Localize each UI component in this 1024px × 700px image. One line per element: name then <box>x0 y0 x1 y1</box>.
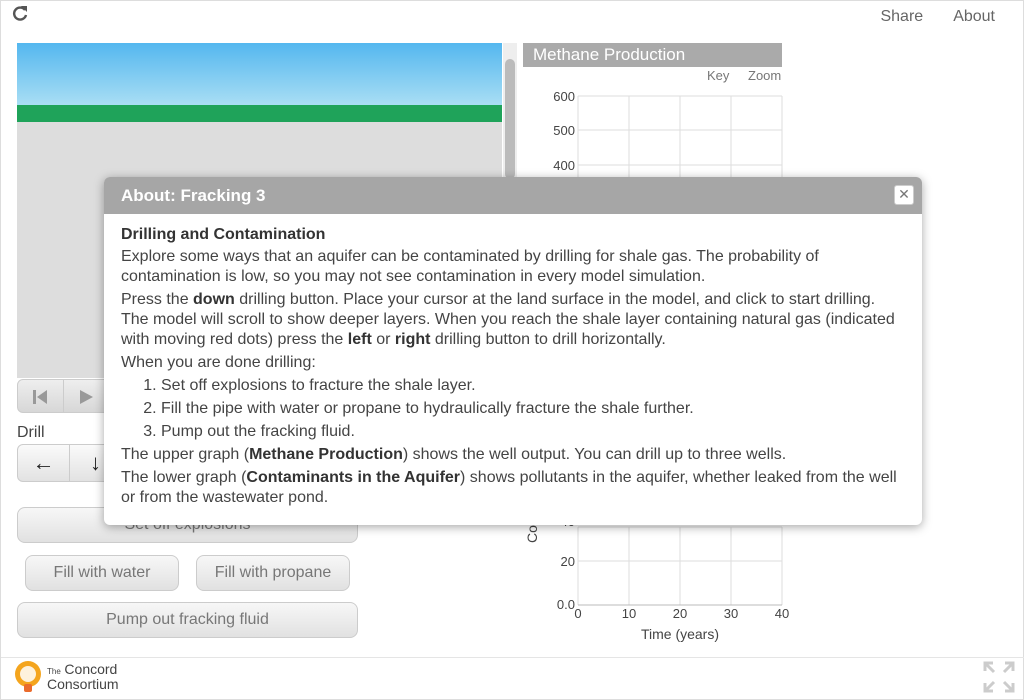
upper-y-tick: 400 <box>553 158 575 173</box>
dialog-paragraph: The lower graph (Contaminants in the Aqu… <box>121 469 897 506</box>
logo-wordmark: The Concord Consortium <box>47 661 119 692</box>
share-link[interactable]: Share <box>870 7 943 29</box>
footer-divider <box>1 657 1024 658</box>
lower-y-tick: 0.0 <box>557 597 575 612</box>
dialog-paragraph: The upper graph (Methane Production) sho… <box>121 446 787 463</box>
dialog-body: Drilling and Contamination Explore some … <box>104 214 922 508</box>
dialog-paragraph: Press the down drilling button. Place yo… <box>121 291 895 348</box>
chart-title: Methane Production <box>523 43 782 67</box>
lower-plot-grid <box>577 526 783 605</box>
app-frame: Share About Drill ← ↓ Set off explosions… <box>0 0 1024 700</box>
logo-the: The <box>47 667 61 676</box>
lightbulb-logo-icon <box>15 661 41 692</box>
logo-consortium: Consortium <box>47 676 119 692</box>
drill-label: Drill <box>17 424 45 441</box>
dialog-paragraph: Explore some ways that an aquifer can be… <box>121 248 819 285</box>
reset-button[interactable] <box>18 380 64 412</box>
play-icon <box>80 390 93 404</box>
x-tick: 10 <box>622 606 636 621</box>
dialog-header: About: Fracking 3 ✕ <box>104 177 922 214</box>
x-tick: 30 <box>724 606 738 621</box>
upper-plot-grid <box>577 95 783 181</box>
reload-icon[interactable] <box>11 5 31 25</box>
lower-y-axis-label: Co <box>524 525 540 543</box>
drill-left-button[interactable]: ← <box>18 445 70 481</box>
dialog-heading: Drilling and Contamination <box>121 226 326 243</box>
lower-y-tick: 20 <box>561 554 575 569</box>
scrollbar-thumb[interactable] <box>505 59 515 179</box>
upper-y-tick: 600 <box>553 89 575 104</box>
upper-y-tick: 500 <box>553 123 575 138</box>
steps-list: Set off explosions to fracture the shale… <box>161 376 905 442</box>
about-dialog: About: Fracking 3 ✕ Drilling and Contami… <box>104 177 922 525</box>
fill-water-button[interactable]: Fill with water <box>25 555 179 591</box>
reset-icon <box>33 390 47 404</box>
list-item: Pump out the fracking fluid. <box>161 422 905 442</box>
dialog-title: About: Fracking 3 <box>121 186 266 205</box>
top-nav: Share About <box>870 7 1023 29</box>
sky-layer <box>17 43 502 105</box>
fill-propane-button[interactable]: Fill with propane <box>196 555 350 591</box>
pump-out-button[interactable]: Pump out fracking fluid <box>17 602 358 638</box>
x-tick: 20 <box>673 606 687 621</box>
concord-logo[interactable]: The Concord Consortium <box>13 660 119 694</box>
x-tick: 40 <box>775 606 789 621</box>
about-link[interactable]: About <box>943 7 1023 29</box>
x-axis-label: Time (years) <box>641 626 719 642</box>
x-tick: 0 <box>574 606 581 621</box>
land-surface <box>17 105 502 122</box>
list-item: Fill the pipe with water or propane to h… <box>161 399 905 419</box>
logo-concord: Concord <box>64 661 118 677</box>
fullscreen-icon[interactable] <box>983 661 1015 698</box>
list-item: Set off explosions to fracture the shale… <box>161 376 905 396</box>
close-icon[interactable]: ✕ <box>894 185 914 205</box>
dialog-paragraph: When you are done drilling: <box>121 354 316 371</box>
